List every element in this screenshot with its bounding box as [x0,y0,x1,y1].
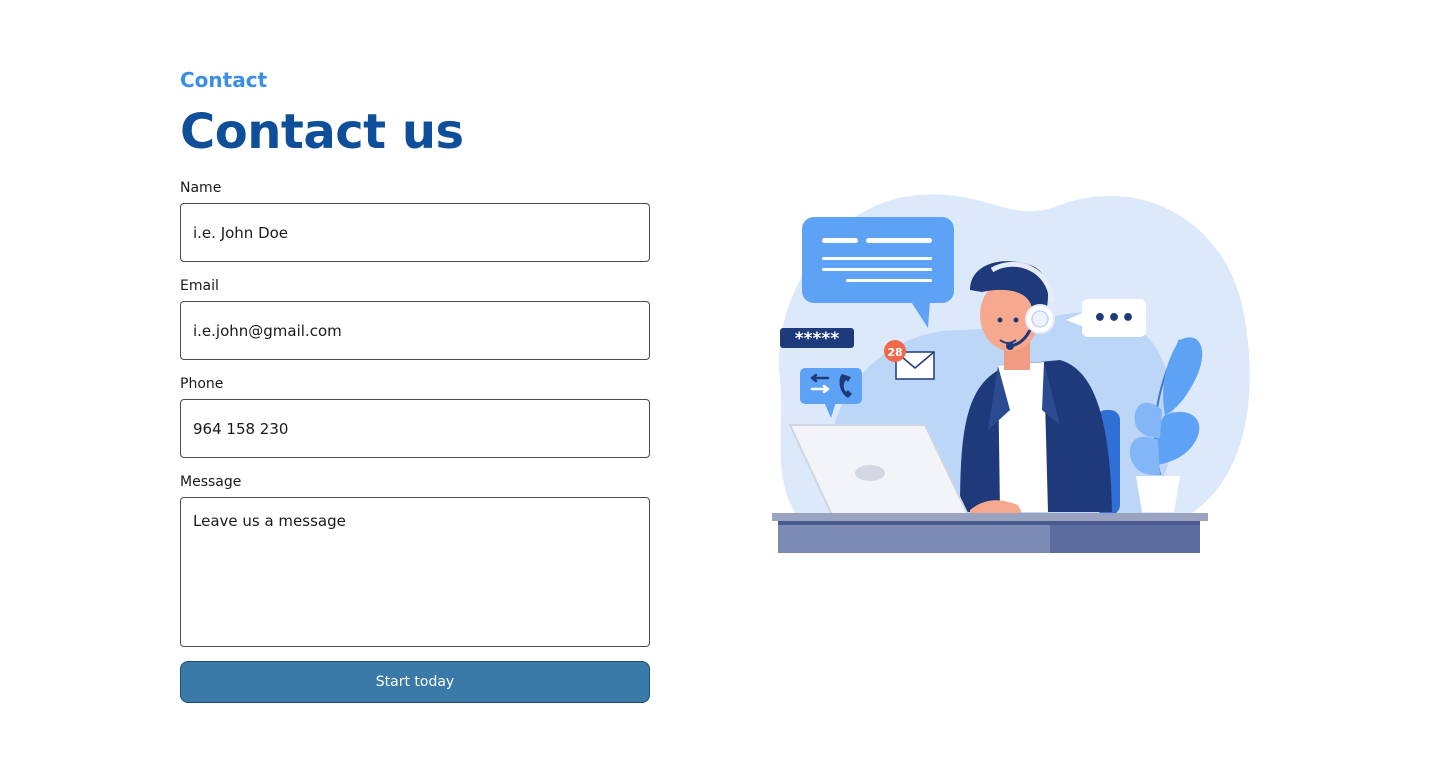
name-field-box [180,203,650,262]
message-label: Message [180,474,242,490]
message-field[interactable] [181,498,649,646]
phone-label: Phone [180,376,224,392]
email-label: Email [180,278,219,294]
email-field[interactable] [181,302,649,359]
name-label: Name [180,180,222,196]
password-mask: ***** [795,329,840,349]
message-field-box [180,497,650,647]
desk [772,513,1208,553]
page-title: Contact us [180,104,464,160]
phone-field-box [180,399,650,458]
email-field-box [180,301,650,360]
name-field[interactable] [181,204,649,261]
support-agent-illustration: ***** 28 ••• [772,194,1250,553]
section-eyebrow: Contact [180,68,268,92]
notification-count: 28 [887,346,902,359]
notification-badge: 28 [884,340,906,362]
start-today-button[interactable]: Start today [180,661,650,703]
typing-dots: ••• [1093,306,1135,331]
phone-field[interactable] [181,400,649,457]
password-icon: ***** [780,328,854,349]
